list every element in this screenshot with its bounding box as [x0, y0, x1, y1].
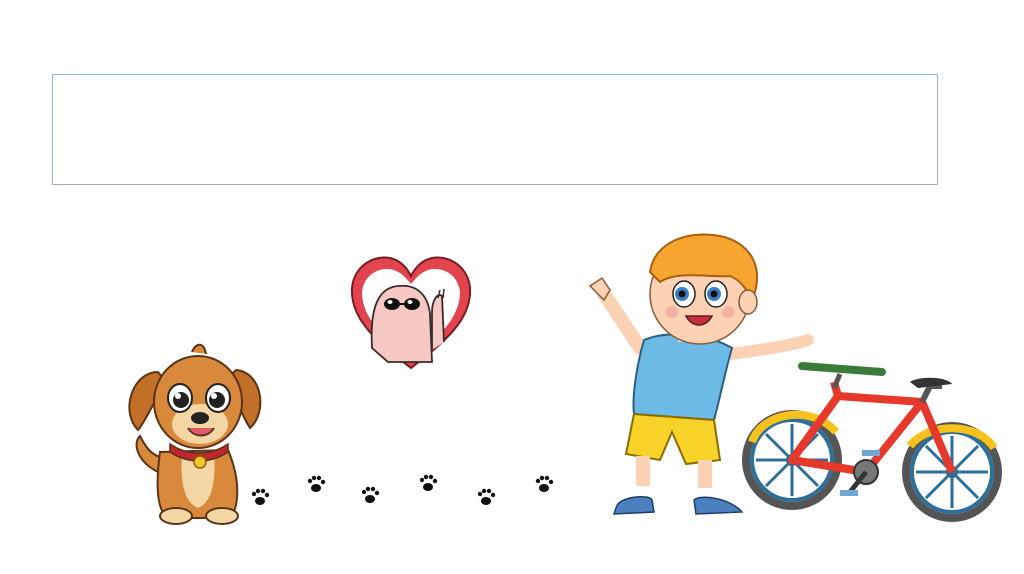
heart-character-illustration [348, 252, 474, 372]
slide-canvas [0, 0, 1024, 574]
title-placeholder[interactable] [52, 74, 938, 185]
paw-prints [240, 470, 570, 510]
bicycle-illustration [742, 352, 1002, 542]
